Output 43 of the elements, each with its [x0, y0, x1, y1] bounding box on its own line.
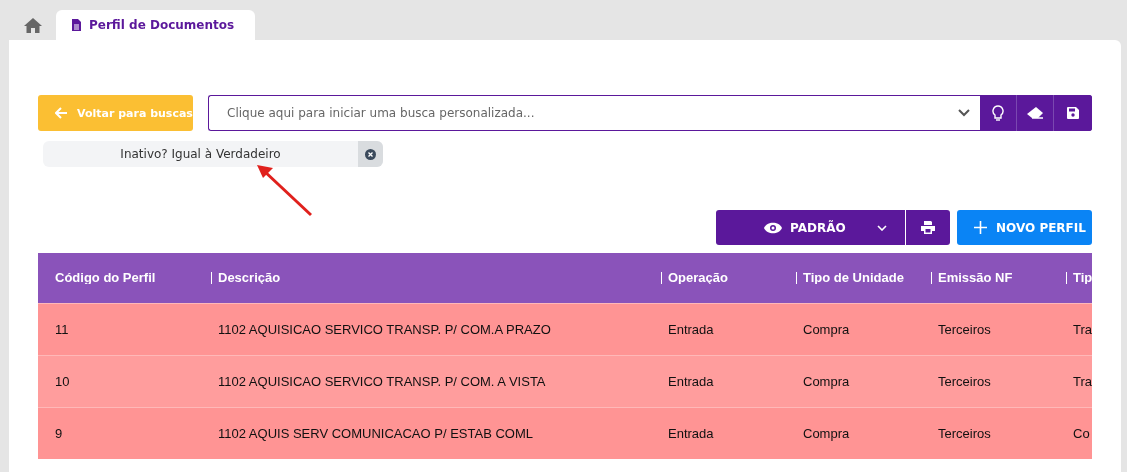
eraser-icon — [1026, 106, 1044, 120]
column-header[interactable]: Tipo de Unidade — [796, 272, 931, 284]
chevron-down-icon[interactable] — [958, 109, 970, 117]
remove-filter-button[interactable] — [358, 141, 383, 167]
chevron-down-icon — [877, 224, 887, 231]
column-header[interactable]: Tip — [1066, 272, 1092, 284]
eye-icon — [764, 221, 782, 234]
printer-icon — [921, 221, 935, 234]
table-cell-text: 11 — [54, 322, 70, 337]
new-profile-button[interactable]: NOVO PERFIL — [957, 210, 1092, 245]
page-tab[interactable]: Perfil de Documentos — [56, 10, 256, 40]
search-field[interactable]: Clique aqui para iniciar uma busca personalizada... — [208, 95, 980, 131]
print-button[interactable] — [906, 210, 950, 245]
view-dropdown-button[interactable]: PADRÃO — [716, 210, 906, 245]
table-cell-text: Entrada — [667, 374, 715, 389]
column-header[interactable]: Operação — [661, 272, 796, 284]
column-header[interactable]: Emissão NF — [931, 272, 1066, 284]
table-cell-text: Tra — [1072, 374, 1092, 389]
table-cell-text: Compra — [802, 322, 851, 337]
annotation-arrow — [255, 164, 315, 218]
table-cell-text: Compra — [802, 374, 851, 389]
lightbulb-icon — [992, 105, 1004, 121]
table-cell-text: Entrada — [667, 322, 715, 337]
table-cell-text: 1102 AQUIS SERV COMUNICACAO P/ ESTAB COML — [217, 426, 534, 441]
filter-chip: Inativo? Igual à Verdadeiro — [43, 141, 383, 167]
table-cell-text: Terceiros — [937, 374, 992, 389]
table-cell-text: Compra — [802, 426, 851, 441]
document-icon — [72, 19, 81, 31]
table-cell-text: 1102 AQUISICAO SERVICO TRANSP. P/ COM. A VISTA — [217, 374, 547, 389]
column-header[interactable]: Descrição — [211, 272, 661, 284]
table-cell-text: 10 — [54, 374, 71, 389]
plus-icon — [974, 221, 987, 234]
table-cell-text: Tra — [1072, 322, 1092, 337]
table-cell-text: 9 — [54, 426, 64, 441]
arrow-left-icon — [55, 107, 68, 119]
table-cell-text: 1102 AQUISICAO SERVICO TRANSP. P/ COM.A PRAZO — [217, 322, 552, 337]
table-cell-text: Entrada — [667, 426, 715, 441]
table-cell-text: Terceiros — [937, 322, 992, 337]
column-header[interactable]: Código do Perfil — [38, 272, 211, 284]
close-icon — [365, 148, 376, 160]
home-icon — [24, 17, 42, 33]
table-cell-text: Co — [1072, 426, 1091, 441]
table-cell-text: Terceiros — [937, 426, 992, 441]
